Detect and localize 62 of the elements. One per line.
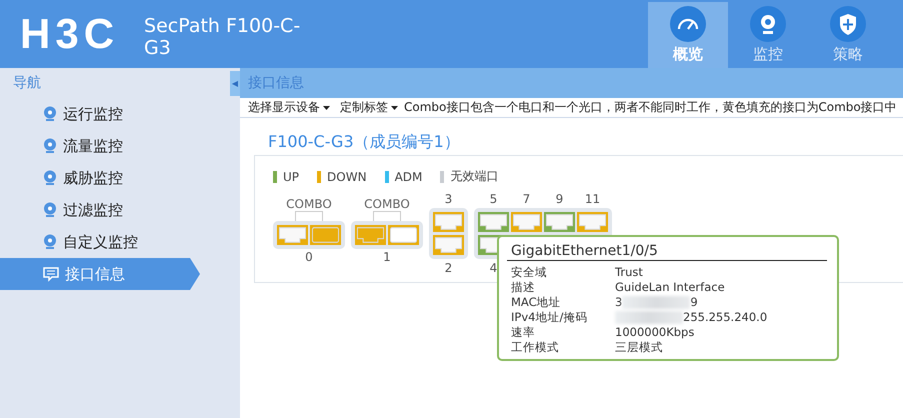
webcam-icon — [43, 234, 57, 250]
gauge-icon — [670, 6, 706, 42]
sidebar-item[interactable]: 威胁监控 — [0, 162, 240, 194]
ethernet-port[interactable] — [433, 212, 464, 232]
webcam-icon — [43, 106, 57, 122]
fiber-port[interactable] — [388, 225, 419, 245]
shield-icon — [830, 6, 866, 42]
sidebar-item[interactable]: 运行监控 — [0, 98, 240, 130]
logo: H3C — [20, 10, 120, 58]
field-label: 安全域 — [511, 265, 548, 280]
webcam-icon — [750, 6, 786, 42]
field-label: 描述 — [511, 280, 536, 295]
port-number: 9 — [554, 191, 564, 207]
port-number: 7 — [522, 191, 532, 207]
field-label: IPv4地址/掩码 — [511, 310, 588, 325]
webcam-icon — [43, 202, 57, 218]
port-number: 3 — [444, 191, 454, 207]
legend-label: 无效端口 — [450, 168, 498, 185]
legend-label: UP — [283, 170, 300, 184]
field-value: GuideLan Interface — [615, 280, 725, 295]
sidebar-item[interactable]: 自定义监控 — [0, 226, 240, 258]
port-number: 5 — [488, 191, 498, 207]
ethernet-port[interactable] — [355, 225, 386, 245]
combo-label: COMBO — [364, 197, 410, 211]
ethernet-port[interactable] — [277, 225, 308, 245]
ethernet-port[interactable] — [433, 235, 464, 255]
fiber-port[interactable] — [310, 225, 341, 245]
field-value: 3 — [615, 295, 622, 310]
sidebar-item[interactable]: 流量监控 — [0, 130, 240, 162]
ethernet-port[interactable] — [478, 212, 509, 232]
caret-icon — [323, 106, 330, 110]
port-number: 11 — [584, 191, 602, 207]
ethernet-port[interactable] — [577, 212, 608, 232]
webcam-icon — [43, 170, 57, 186]
product-name: SecPath F100-C-G3 — [144, 14, 302, 61]
ethernet-port[interactable] — [544, 212, 575, 232]
port-number: 0 — [305, 249, 313, 265]
page-title: 接口信息 — [248, 74, 304, 92]
caret-icon — [391, 106, 398, 110]
field-label: MAC地址 — [511, 295, 562, 310]
combo-label: COMBO — [286, 197, 332, 211]
port-number: 2 — [444, 260, 454, 276]
webcam-icon — [43, 138, 57, 154]
field-label: 工作模式 — [511, 340, 560, 355]
port-number: 1 — [383, 249, 391, 265]
field-value: 三层模式 — [615, 340, 663, 355]
sidebar-item[interactable]: 过滤监控 — [0, 194, 240, 226]
port-number: 4 — [488, 260, 498, 276]
legend-label: DOWN — [327, 170, 367, 184]
dropdown-menu[interactable]: 定制标签 — [340, 99, 398, 116]
field-value: 9 — [690, 295, 698, 310]
sidebar-title: 导航 — [13, 74, 41, 92]
field-value: 255.255.240.0 — [683, 310, 768, 325]
device-title: F100-C-G3（成员编号1） — [268, 132, 461, 153]
field-label: 速率 — [511, 325, 536, 340]
ethernet-port[interactable] — [511, 212, 542, 232]
dropdown-menu[interactable]: 选择显示设备 — [248, 99, 330, 116]
field-value: Trust — [615, 265, 643, 280]
field-value: 1000000Kbps — [615, 325, 694, 340]
tooltip-title: GigabitEthernet1/0/5 — [507, 243, 827, 261]
combo-note: Combo接口包含一个电口和一个光口，两者不能同时工作，黄色填充的接口为Combo接口中 — [404, 99, 897, 116]
legend-label: ADM — [394, 170, 422, 184]
